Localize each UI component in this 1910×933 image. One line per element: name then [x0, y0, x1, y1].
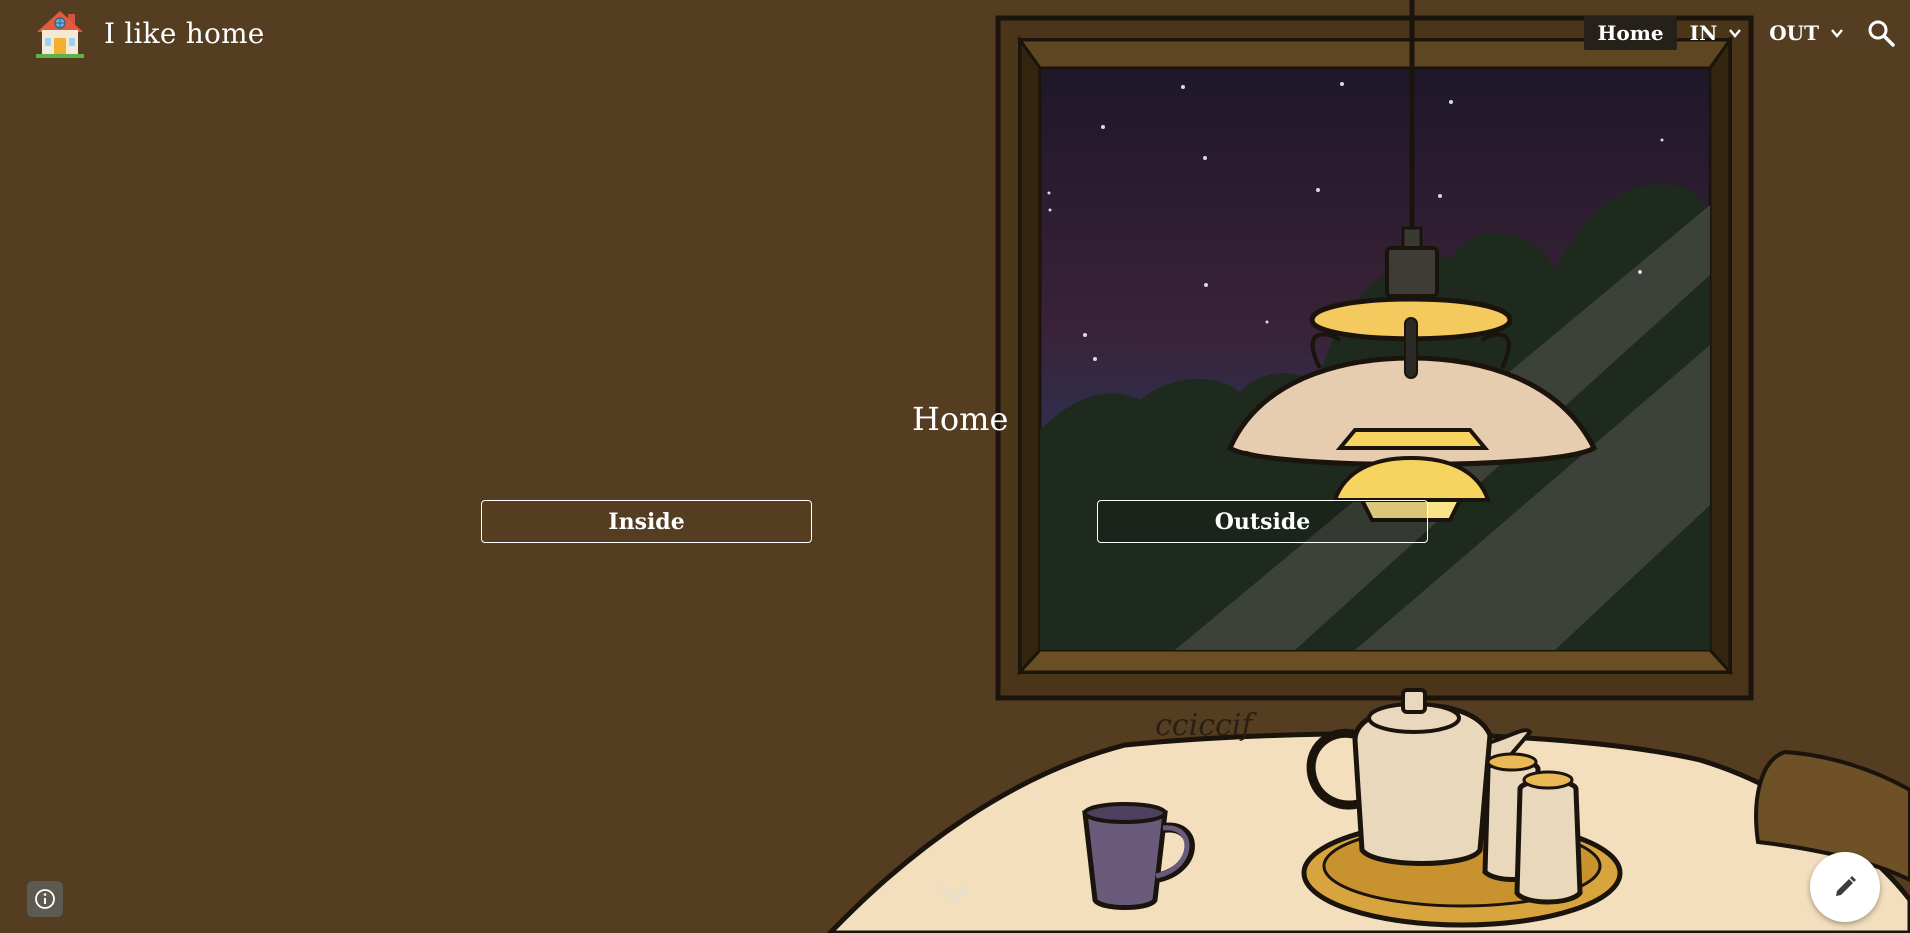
main-nav: Home IN OUT: [1584, 14, 1910, 52]
chevron-down-icon[interactable]: [937, 880, 973, 908]
nav-item-label: OUT: [1769, 21, 1819, 45]
inside-button[interactable]: Inside: [481, 500, 812, 543]
background-illustration: cciccif: [826, 0, 1910, 933]
nav-item-out[interactable]: OUT: [1756, 16, 1858, 50]
pencil-icon: [1836, 876, 1856, 896]
search-icon[interactable]: [1866, 18, 1896, 48]
top-bar: I like home Home IN OUT: [0, 0, 1910, 68]
nav-item-home[interactable]: Home: [1584, 16, 1677, 50]
site-title: I like home: [104, 16, 265, 50]
nav-item-in[interactable]: IN: [1677, 16, 1757, 50]
info-icon: [35, 889, 55, 909]
info-button[interactable]: [27, 881, 63, 917]
edit-button[interactable]: [1810, 852, 1880, 922]
chevron-down-icon[interactable]: [1829, 25, 1845, 41]
site-brand[interactable]: I like home: [34, 8, 265, 58]
page-title: Home: [912, 400, 1009, 438]
outside-button[interactable]: Outside: [1097, 500, 1428, 543]
table: cciccif: [826, 688, 1910, 933]
svg-text:cciccif: cciccif: [1155, 708, 1257, 743]
chevron-down-icon[interactable]: [1727, 25, 1743, 41]
nav-item-label: IN: [1689, 21, 1718, 45]
house-icon: [36, 11, 84, 58]
nav-item-label: Home: [1597, 21, 1664, 45]
